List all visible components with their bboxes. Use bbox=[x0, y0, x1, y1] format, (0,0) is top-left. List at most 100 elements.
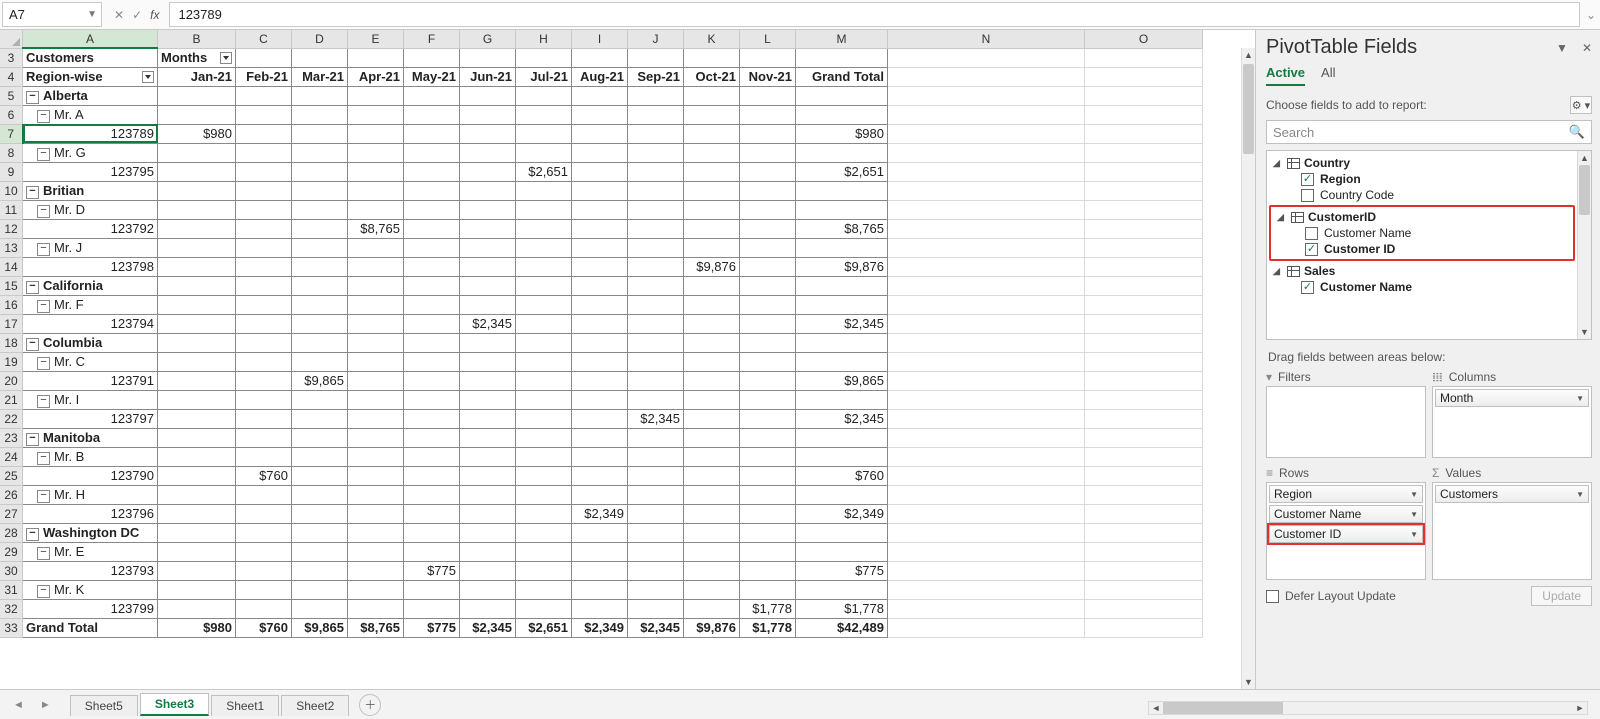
customer-row[interactable]: Mr. G bbox=[23, 143, 158, 162]
region-row[interactable]: Britian bbox=[23, 181, 158, 200]
collapse-icon[interactable] bbox=[37, 107, 54, 122]
col-header-A[interactable]: A bbox=[23, 30, 158, 48]
collapse-icon[interactable] bbox=[37, 240, 54, 255]
col-header-I[interactable]: I bbox=[572, 30, 628, 48]
sheet-nav-prev-icon[interactable]: ◄ bbox=[8, 698, 29, 712]
customer-row[interactable]: Mr. C bbox=[23, 352, 158, 371]
customer-id-cell[interactable]: 123791 bbox=[23, 371, 158, 390]
col-header-G[interactable]: G bbox=[460, 30, 516, 48]
new-sheet-button[interactable]: ＋ bbox=[359, 694, 381, 716]
customer-row[interactable]: Mr. I bbox=[23, 390, 158, 409]
fx-icon[interactable]: fx bbox=[150, 8, 159, 22]
collapse-icon[interactable] bbox=[26, 335, 43, 350]
sheet-tab[interactable]: Sheet1 bbox=[211, 695, 279, 716]
customer-row[interactable]: Mr. J bbox=[23, 238, 158, 257]
col-header-B[interactable]: B bbox=[158, 30, 236, 48]
fields-list[interactable]: ◢CountryRegionCountry Code◢CustomerIDCus… bbox=[1266, 150, 1592, 340]
collapse-icon[interactable] bbox=[37, 544, 54, 559]
collapse-icon[interactable] bbox=[37, 202, 54, 217]
accept-icon[interactable]: ✓ bbox=[132, 8, 142, 22]
customer-row[interactable]: Mr. B bbox=[23, 447, 158, 466]
panel-close-icon[interactable]: ✕ bbox=[1582, 41, 1592, 55]
field-checkbox[interactable] bbox=[1301, 173, 1314, 186]
horizontal-scrollbar[interactable]: ◄► bbox=[1148, 701, 1588, 715]
region-row[interactable]: Columbia bbox=[23, 333, 158, 352]
col-header-C[interactable]: C bbox=[236, 30, 292, 48]
customer-id-cell[interactable]: 123790 bbox=[23, 466, 158, 485]
col-header-H[interactable]: H bbox=[516, 30, 572, 48]
worksheet-grid[interactable]: ABCDEFGHIJKLMNO3CustomersMonths4Region-w… bbox=[0, 30, 1255, 689]
field-checkbox[interactable] bbox=[1301, 189, 1314, 202]
customer-id-cell[interactable]: 123797 bbox=[23, 409, 158, 428]
formula-bar-expand-icon[interactable]: ⌄ bbox=[1582, 0, 1600, 29]
region-row[interactable]: Manitoba bbox=[23, 428, 158, 447]
tab-all[interactable]: All bbox=[1321, 65, 1335, 86]
fields-scrollbar[interactable]: ▲ ▼ bbox=[1577, 151, 1591, 339]
field-item[interactable]: Customer Name bbox=[1267, 279, 1591, 295]
region-row[interactable]: Washington DC bbox=[23, 523, 158, 542]
defer-checkbox[interactable] bbox=[1266, 590, 1279, 603]
col-header-M[interactable]: M bbox=[796, 30, 888, 48]
update-button[interactable]: Update bbox=[1531, 586, 1592, 606]
col-header-K[interactable]: K bbox=[684, 30, 740, 48]
sheet-tab[interactable]: Sheet5 bbox=[70, 695, 138, 716]
customer-id-cell[interactable]: 123799 bbox=[23, 599, 158, 618]
customer-id-cell[interactable]: 123793 bbox=[23, 561, 158, 580]
sheet-nav-next-icon[interactable]: ► bbox=[35, 698, 56, 712]
customer-id-cell[interactable]: 123789 bbox=[23, 124, 158, 143]
area-pill[interactable]: Region▼ bbox=[1269, 485, 1423, 503]
tab-active[interactable]: Active bbox=[1266, 65, 1305, 86]
collapse-icon[interactable] bbox=[37, 392, 54, 407]
field-item[interactable]: Customer Name bbox=[1271, 225, 1573, 241]
field-table-Country[interactable]: ◢Country bbox=[1267, 155, 1591, 171]
customer-row[interactable]: Mr. D bbox=[23, 200, 158, 219]
field-item[interactable]: Customer ID bbox=[1271, 241, 1573, 257]
name-box[interactable]: A7 ▼ bbox=[2, 2, 102, 27]
formula-input[interactable]: 123789 bbox=[169, 2, 1580, 27]
months-filter-icon[interactable] bbox=[220, 52, 232, 64]
field-item[interactable]: Region bbox=[1267, 171, 1591, 187]
collapse-icon[interactable] bbox=[37, 297, 54, 312]
collapse-icon[interactable] bbox=[37, 449, 54, 464]
field-item[interactable]: Country Code bbox=[1267, 187, 1591, 203]
collapse-icon[interactable] bbox=[26, 183, 43, 198]
pivot-regionwise-header[interactable]: Region-wise bbox=[23, 67, 158, 86]
filters-area[interactable] bbox=[1266, 386, 1426, 458]
col-header-O[interactable]: O bbox=[1085, 30, 1203, 48]
customer-row[interactable]: Mr. A bbox=[23, 105, 158, 124]
name-box-dropdown-icon[interactable]: ▼ bbox=[87, 9, 97, 20]
collapse-icon[interactable] bbox=[37, 487, 54, 502]
field-checkbox[interactable] bbox=[1301, 281, 1314, 294]
col-header-L[interactable]: L bbox=[740, 30, 796, 48]
customer-id-cell[interactable]: 123792 bbox=[23, 219, 158, 238]
customer-id-cell[interactable]: 123796 bbox=[23, 504, 158, 523]
customer-row[interactable]: Mr. E bbox=[23, 542, 158, 561]
region-row[interactable]: Alberta bbox=[23, 86, 158, 105]
grand-total-row[interactable]: Grand Total bbox=[23, 618, 158, 637]
collapse-icon[interactable] bbox=[37, 145, 54, 160]
collapse-icon[interactable] bbox=[37, 354, 54, 369]
rows-area[interactable]: Region▼ Customer Name▼ Customer ID▼ bbox=[1266, 482, 1426, 580]
fields-search-input[interactable]: Search 🔍 bbox=[1266, 120, 1592, 144]
field-checkbox[interactable] bbox=[1305, 243, 1318, 256]
customer-row[interactable]: Mr. F bbox=[23, 295, 158, 314]
customer-id-cell[interactable]: 123798 bbox=[23, 257, 158, 276]
collapse-icon[interactable] bbox=[37, 582, 54, 597]
col-header-N[interactable]: N bbox=[888, 30, 1085, 48]
customer-row[interactable]: Mr. H bbox=[23, 485, 158, 504]
area-pill[interactable]: Month▼ bbox=[1435, 389, 1589, 407]
field-checkbox[interactable] bbox=[1305, 227, 1318, 240]
region-row[interactable]: California bbox=[23, 276, 158, 295]
collapse-icon[interactable] bbox=[26, 430, 43, 445]
area-pill[interactable]: Customer Name▼ bbox=[1269, 505, 1423, 523]
area-pill[interactable]: Customer ID▼ bbox=[1269, 525, 1423, 543]
pivot-customers-header[interactable]: Customers bbox=[23, 48, 158, 67]
sheet-tab[interactable]: Sheet2 bbox=[281, 695, 349, 716]
col-header-F[interactable]: F bbox=[404, 30, 460, 48]
regionwise-filter-icon[interactable] bbox=[142, 71, 154, 83]
collapse-icon[interactable] bbox=[26, 278, 43, 293]
values-area[interactable]: Customers▼ bbox=[1432, 482, 1592, 580]
pivot-months-header[interactable]: Months bbox=[158, 48, 236, 67]
area-pill[interactable]: Customers▼ bbox=[1435, 485, 1589, 503]
col-header-D[interactable]: D bbox=[292, 30, 348, 48]
